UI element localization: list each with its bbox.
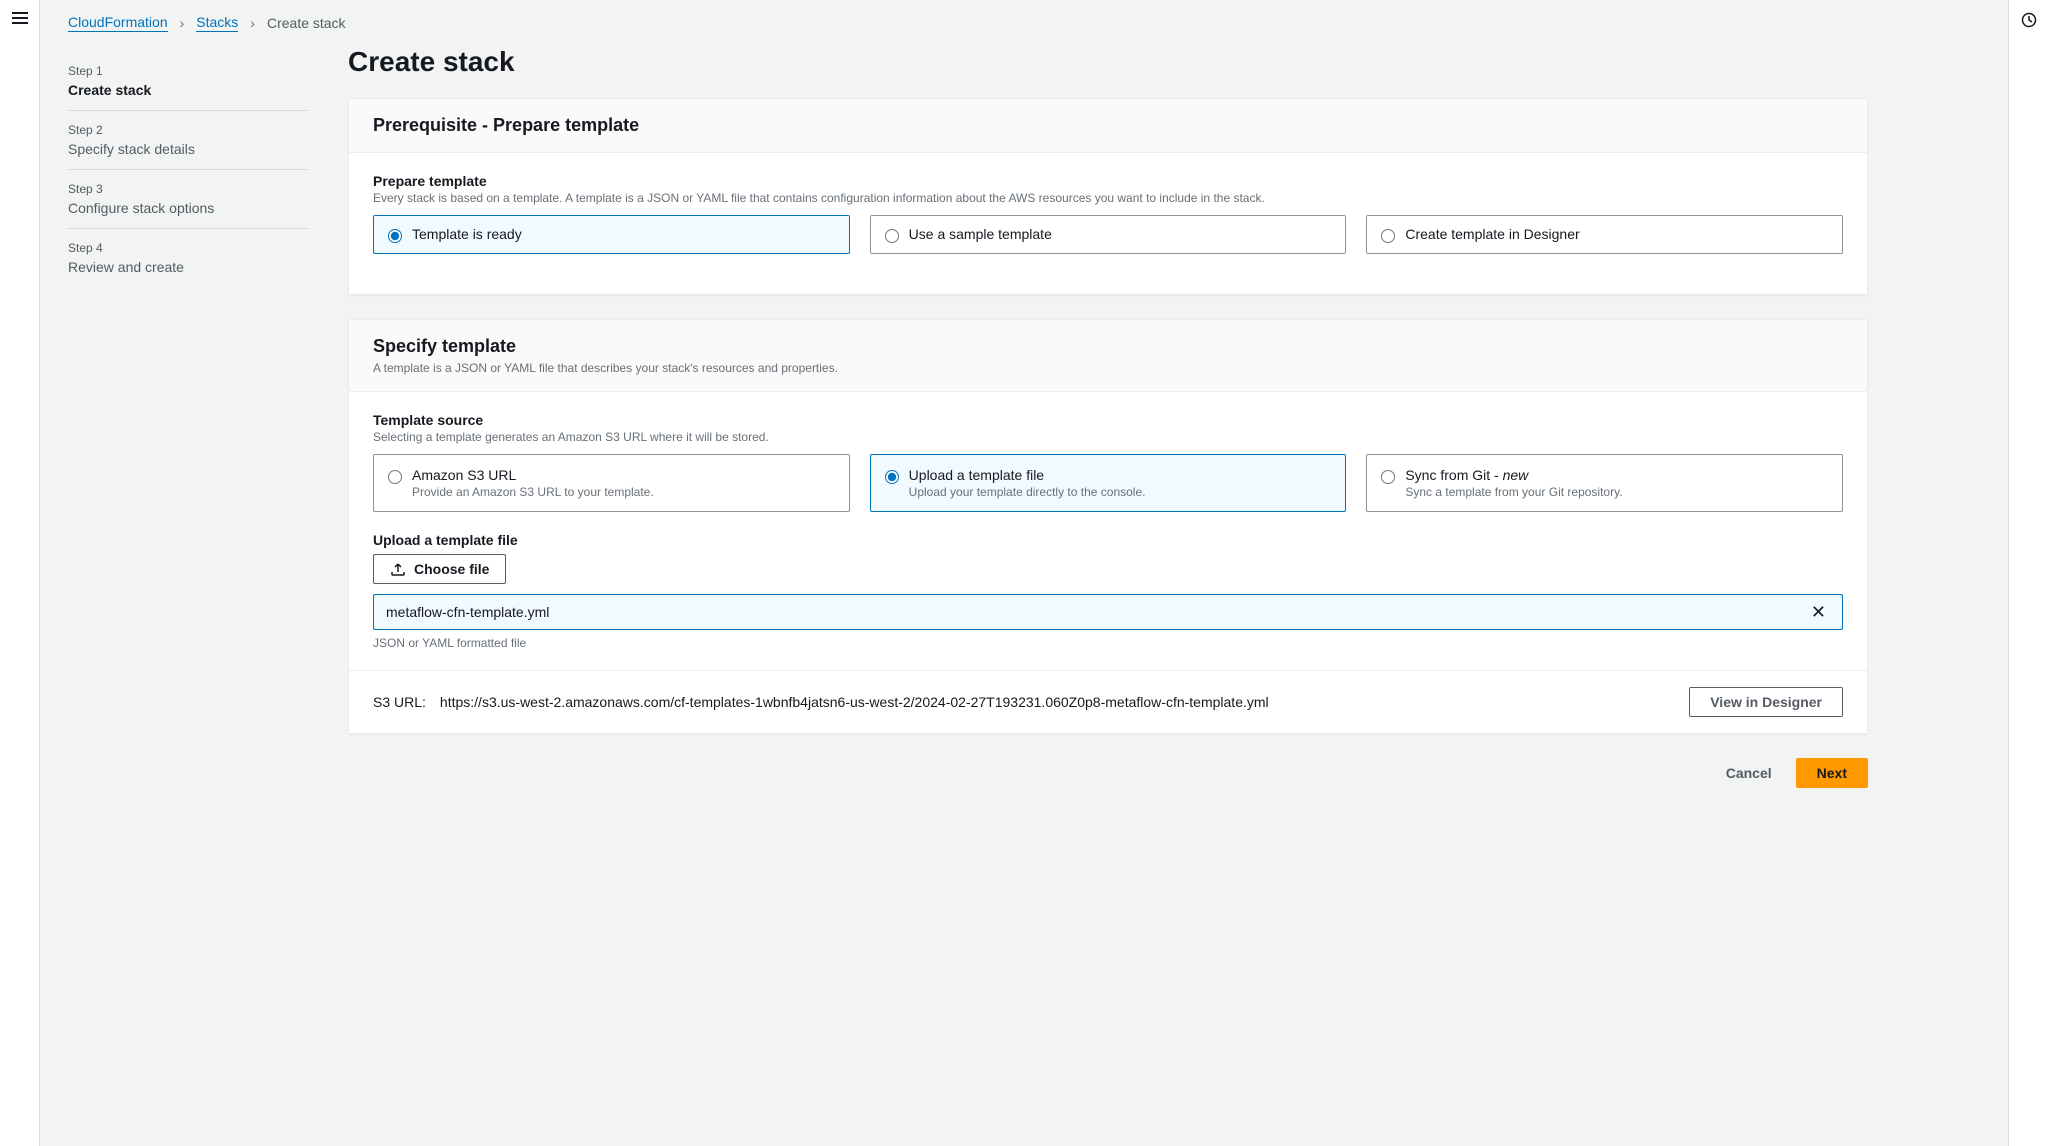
- radio-create-designer[interactable]: Create template in Designer: [1366, 215, 1843, 254]
- wizard-nav: Step 1 Create stack Step 2 Specify stack…: [68, 46, 308, 788]
- template-source-label: Template source: [373, 412, 1843, 428]
- specify-template-subtitle: A template is a JSON or YAML file that d…: [373, 361, 1843, 375]
- file-display: metaflow-cfn-template.yml ✕: [373, 594, 1843, 630]
- breadcrumb: CloudFormation › Stacks › Create stack: [40, 0, 2008, 38]
- radio-sample-template[interactable]: Use a sample template: [870, 215, 1347, 254]
- s3-url-value: https://s3.us-west-2.amazonaws.com/cf-te…: [440, 694, 1269, 710]
- step-number: Step 2: [68, 123, 308, 137]
- selected-filename: metaflow-cfn-template.yml: [386, 604, 549, 620]
- choose-file-button[interactable]: Choose file: [373, 554, 506, 584]
- clear-file-icon[interactable]: ✕: [1807, 603, 1830, 621]
- cancel-button[interactable]: Cancel: [1714, 758, 1784, 788]
- radio-input[interactable]: [1381, 470, 1395, 484]
- action-row: Cancel Next: [348, 758, 1868, 788]
- main-area: CloudFormation › Stacks › Create stack S…: [40, 0, 2008, 1146]
- step-number: Step 1: [68, 64, 308, 78]
- step-number: Step 4: [68, 241, 308, 255]
- specify-template-panel: Specify template A template is a JSON or…: [348, 319, 1868, 734]
- right-rail: [2008, 0, 2048, 1146]
- radio-desc: Provide an Amazon S3 URL to your templat…: [412, 485, 835, 499]
- choose-file-label: Choose file: [414, 561, 489, 577]
- step-number: Step 3: [68, 182, 308, 196]
- radio-title: Amazon S3 URL: [412, 467, 835, 483]
- breadcrumb-current: Create stack: [267, 15, 346, 31]
- radio-input[interactable]: [1381, 229, 1395, 243]
- next-button[interactable]: Next: [1796, 758, 1868, 788]
- prepare-template-label: Prepare template: [373, 173, 1843, 189]
- specify-template-heading: Specify template: [373, 336, 1843, 357]
- upload-label: Upload a template file: [373, 532, 1843, 548]
- wizard-step-3[interactable]: Step 3 Configure stack options: [68, 170, 308, 229]
- step-title: Review and create: [68, 259, 184, 275]
- radio-upload-file[interactable]: Upload a template file Upload your templ…: [870, 454, 1347, 512]
- view-in-designer-button[interactable]: View in Designer: [1689, 687, 1843, 717]
- radio-input[interactable]: [885, 229, 899, 243]
- step-title: Configure stack options: [68, 200, 214, 216]
- hamburger-icon[interactable]: [12, 12, 28, 24]
- prerequisite-heading: Prerequisite - Prepare template: [373, 115, 1843, 136]
- radio-title: Upload a template file: [909, 467, 1332, 483]
- s3-url-label: S3 URL:: [373, 694, 426, 710]
- radio-input[interactable]: [388, 229, 402, 243]
- prerequisite-panel: Prerequisite - Prepare template Prepare …: [348, 98, 1868, 295]
- radio-s3-url[interactable]: Amazon S3 URL Provide an Amazon S3 URL t…: [373, 454, 850, 512]
- step-title: Create stack: [68, 82, 151, 98]
- prepare-template-desc: Every stack is based on a template. A te…: [373, 191, 1843, 205]
- chevron-right-icon: ›: [180, 15, 185, 31]
- wizard-step-1[interactable]: Step 1 Create stack: [68, 52, 308, 111]
- template-source-desc: Selecting a template generates an Amazon…: [373, 430, 1843, 444]
- chevron-right-icon: ›: [250, 15, 255, 31]
- file-format-hint: JSON or YAML formatted file: [373, 636, 1843, 650]
- breadcrumb-cloudformation[interactable]: CloudFormation: [68, 14, 168, 32]
- left-rail: [0, 0, 40, 1146]
- radio-input[interactable]: [388, 470, 402, 484]
- panel-header: Specify template A template is a JSON or…: [349, 320, 1867, 392]
- radio-title: Use a sample template: [909, 226, 1332, 242]
- panel-header: Prerequisite - Prepare template: [349, 99, 1867, 153]
- help-icon[interactable]: [2021, 12, 2037, 31]
- radio-title: Sync from Git - new: [1405, 467, 1828, 483]
- wizard-step-4[interactable]: Step 4 Review and create: [68, 229, 308, 287]
- upload-icon: [390, 561, 406, 577]
- wizard-step-2[interactable]: Step 2 Specify stack details: [68, 111, 308, 170]
- radio-title: Template is ready: [412, 226, 835, 242]
- radio-title: Create template in Designer: [1405, 226, 1828, 242]
- radio-input[interactable]: [885, 470, 899, 484]
- radio-desc: Upload your template directly to the con…: [909, 485, 1332, 499]
- page-title: Create stack: [348, 46, 1868, 78]
- step-title: Specify stack details: [68, 141, 195, 157]
- main-column: Create stack Prerequisite - Prepare temp…: [348, 46, 1868, 788]
- radio-template-ready[interactable]: Template is ready: [373, 215, 850, 254]
- breadcrumb-stacks[interactable]: Stacks: [196, 14, 238, 32]
- s3-url-footer: S3 URL: https://s3.us-west-2.amazonaws.c…: [349, 670, 1867, 733]
- radio-sync-git[interactable]: Sync from Git - new Sync a template from…: [1366, 454, 1843, 512]
- radio-desc: Sync a template from your Git repository…: [1405, 485, 1828, 499]
